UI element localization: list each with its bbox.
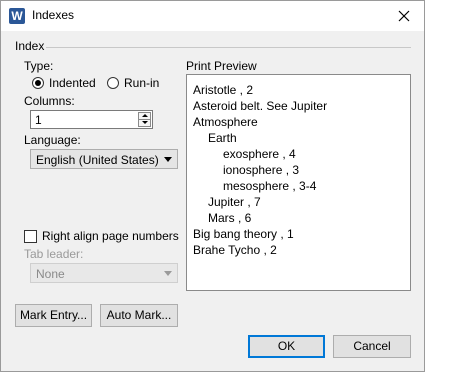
- close-button[interactable]: [390, 3, 418, 29]
- preview-line: Jupiter , 7: [208, 195, 261, 209]
- preview-line: ionosphere , 3: [223, 163, 300, 177]
- word-app-icon: W: [9, 8, 25, 24]
- tab-leader-label: Tab leader:: [24, 247, 84, 261]
- radio-selected-dot: [35, 80, 41, 86]
- columns-value[interactable]: 1: [35, 113, 42, 127]
- arrow-down-icon: [142, 121, 148, 124]
- tab-leader-select[interactable]: None: [30, 263, 178, 283]
- preview-line: Asteroid belt. See Jupiter: [193, 99, 328, 113]
- language-label: Language:: [24, 133, 81, 147]
- language-select[interactable]: English (United States): [30, 149, 178, 169]
- run-in-label[interactable]: Run-in: [124, 76, 159, 90]
- preview-line: mesosphere , 3-4: [223, 179, 317, 193]
- language-value: English (United States): [36, 153, 159, 167]
- auto-mark-button[interactable]: Auto Mark...: [100, 304, 178, 327]
- columns-label: Columns:: [24, 94, 75, 108]
- indented-radio[interactable]: [32, 77, 44, 89]
- indexes-dialog: W Indexes Index Type: Indented Run-in Co…: [0, 0, 425, 372]
- preview-line: Brahe Tycho , 2: [193, 243, 277, 257]
- ok-button[interactable]: OK: [248, 335, 325, 358]
- preview-line: Mars , 6: [208, 211, 252, 225]
- print-preview-box: Aristotle , 2 Asteroid belt. See Jupiter…: [186, 74, 411, 291]
- index-group-label: Index: [15, 39, 45, 53]
- preview-line: Atmosphere: [193, 115, 258, 129]
- columns-spinner[interactable]: 1: [30, 110, 153, 129]
- indented-label[interactable]: Indented: [49, 76, 96, 90]
- right-align-label[interactable]: Right align page numbers: [42, 229, 179, 243]
- dialog-title: Indexes: [32, 8, 75, 22]
- print-preview-label: Print Preview: [186, 59, 257, 73]
- title-bar: W Indexes: [1, 1, 424, 31]
- chevron-down-icon: [164, 157, 172, 162]
- close-icon: [398, 10, 410, 22]
- cancel-button[interactable]: Cancel: [333, 335, 411, 358]
- tab-leader-value: None: [36, 267, 65, 281]
- columns-spin-buttons[interactable]: [138, 112, 151, 127]
- spin-up-button[interactable]: [139, 113, 150, 120]
- preview-line: Aristotle , 2: [193, 83, 254, 97]
- spin-down-button[interactable]: [139, 120, 150, 126]
- mark-entry-button[interactable]: Mark Entry...: [15, 304, 92, 327]
- run-in-radio[interactable]: [107, 77, 119, 89]
- preview-line: Earth: [208, 131, 237, 145]
- right-align-checkbox[interactable]: [24, 230, 37, 243]
- type-label: Type:: [24, 59, 54, 73]
- preview-line: Big bang theory , 1: [193, 227, 294, 241]
- preview-line: exosphere , 4: [223, 147, 296, 161]
- arrow-up-icon: [142, 114, 148, 117]
- chevron-down-icon: [164, 271, 172, 276]
- index-group-divider: [46, 47, 411, 48]
